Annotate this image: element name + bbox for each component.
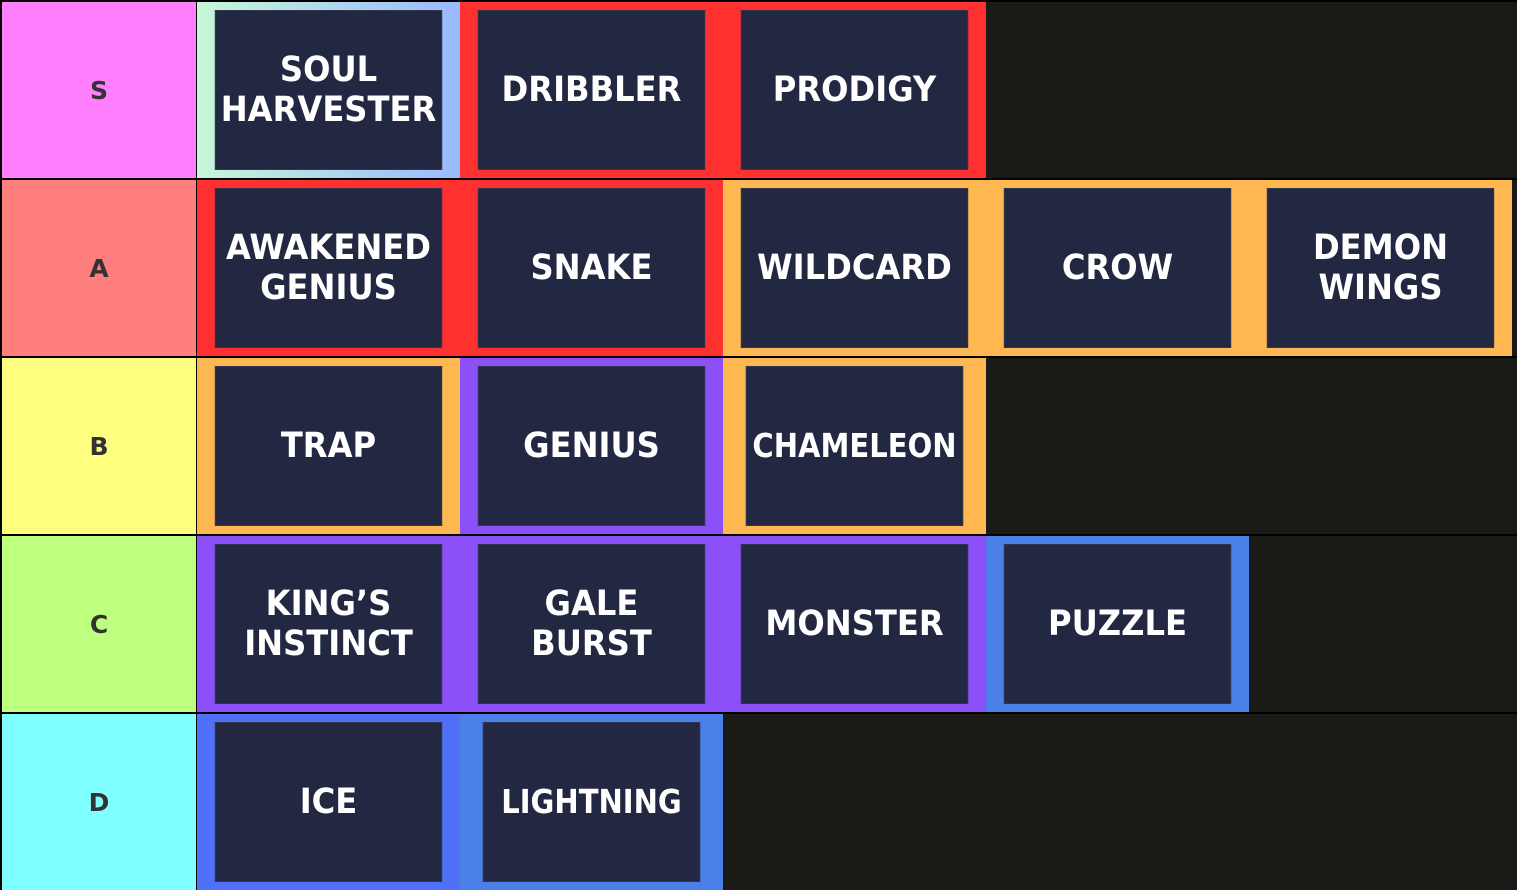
tier-item-label: PUZZLE	[1003, 544, 1232, 704]
tier-item-card[interactable]: SNAKE	[460, 180, 723, 356]
tier-item-label: PRODIGY	[740, 10, 969, 170]
tier-label[interactable]: C	[2, 536, 197, 712]
tier-item-card[interactable]: SOUL HARVESTER	[197, 2, 460, 178]
tier-row-d: D ICE LIGHTNING	[2, 714, 1517, 890]
tier-item-card[interactable]: DEMON WINGS	[1249, 180, 1512, 356]
tier-row-s: S SOUL HARVESTER DRIBBLER PRODIGY	[2, 2, 1517, 178]
tier-item-card[interactable]: WILDCARD	[723, 180, 986, 356]
tier-item-card[interactable]: CROW	[986, 180, 1249, 356]
tier-item-label: SOUL HARVESTER	[214, 10, 443, 170]
tier-item-label: DEMON WINGS	[1266, 188, 1495, 348]
tier-items-dropzone[interactable]: ICE LIGHTNING	[197, 714, 1517, 890]
tier-item-card[interactable]: KING’S INSTINCT	[197, 536, 460, 712]
tier-item-card[interactable]: PUZZLE	[986, 536, 1249, 712]
tier-list-board: S SOUL HARVESTER DRIBBLER PRODIGY A AWAKENED …	[0, 0, 1517, 890]
tier-label[interactable]: A	[2, 180, 197, 356]
tier-item-label: ICE	[214, 722, 443, 882]
tier-item-label: DRIBBLER	[477, 10, 706, 170]
tier-item-label: SNAKE	[477, 188, 706, 348]
tier-items-dropzone[interactable]: AWAKENED GENIUS SNAKE WILDCARD CROW DEMON WI…	[197, 180, 1517, 356]
tier-item-label: CROW	[1003, 188, 1232, 348]
tier-item-label: GENIUS	[477, 366, 706, 526]
tier-item-label: AWAKENED GENIUS	[214, 188, 443, 348]
tier-item-label: MONSTER	[740, 544, 969, 704]
tier-item-label: TRAP	[214, 366, 443, 526]
tier-item-card[interactable]: MONSTER	[723, 536, 986, 712]
tier-row-c: C KING’S INSTINCT GALE BURST MONSTER PUZZLE	[2, 536, 1517, 712]
tier-item-card[interactable]: CHAMELEON	[723, 358, 986, 534]
tier-items-dropzone[interactable]: KING’S INSTINCT GALE BURST MONSTER PUZZLE	[197, 536, 1517, 712]
tier-item-label: CHAMELEON	[745, 366, 964, 526]
tier-item-card[interactable]: LIGHTNING	[460, 714, 723, 890]
tier-item-label: GALE BURST	[477, 544, 706, 704]
tier-item-card[interactable]: AWAKENED GENIUS	[197, 180, 460, 356]
tier-item-label: WILDCARD	[740, 188, 969, 348]
tier-label[interactable]: S	[2, 2, 197, 178]
tier-items-dropzone[interactable]: SOUL HARVESTER DRIBBLER PRODIGY	[197, 2, 1517, 178]
tier-item-card[interactable]: GALE BURST	[460, 536, 723, 712]
tier-item-label: KING’S INSTINCT	[214, 544, 443, 704]
tier-item-card[interactable]: TRAP	[197, 358, 460, 534]
tier-item-card[interactable]: PRODIGY	[723, 2, 986, 178]
tier-item-card[interactable]: ICE	[197, 714, 460, 890]
tier-label[interactable]: B	[2, 358, 197, 534]
tier-row-b: B TRAP GENIUS CHAMELEON	[2, 358, 1517, 534]
tier-item-card[interactable]: DRIBBLER	[460, 2, 723, 178]
tier-item-card[interactable]: GENIUS	[460, 358, 723, 534]
tier-row-a: A AWAKENED GENIUS SNAKE WILDCARD CROW DEMON W…	[2, 180, 1517, 356]
tier-item-label: LIGHTNING	[482, 722, 701, 882]
tier-items-dropzone[interactable]: TRAP GENIUS CHAMELEON	[197, 358, 1517, 534]
tier-label[interactable]: D	[2, 714, 197, 890]
